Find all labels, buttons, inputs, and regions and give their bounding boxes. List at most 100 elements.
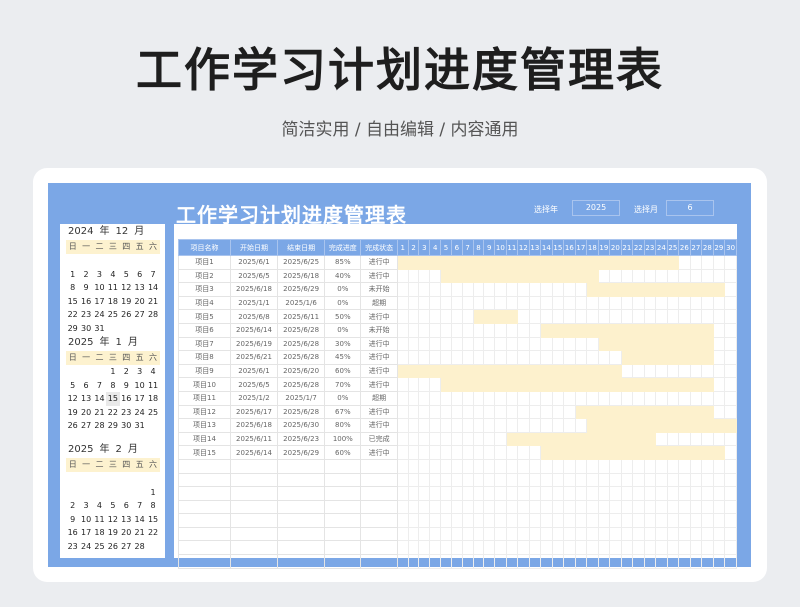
- calendar-day[interactable]: 4: [93, 499, 106, 513]
- start-date-cell[interactable]: 2025/1/2: [229, 390, 279, 406]
- project-name-cell[interactable]: 项目13: [178, 418, 231, 433]
- progress-cell[interactable]: 80%: [324, 418, 362, 433]
- empty-cell[interactable]: [277, 472, 326, 488]
- project-name-cell[interactable]: 项目6: [178, 322, 231, 338]
- calendar-day[interactable]: 26: [106, 540, 119, 554]
- calendar-day[interactable]: 1: [146, 486, 159, 500]
- calendar-day[interactable]: 11: [93, 513, 106, 527]
- empty-cell[interactable]: [324, 458, 362, 474]
- calendar-day[interactable]: 3: [79, 499, 92, 513]
- calendar-day[interactable]: 5: [120, 268, 133, 282]
- progress-cell[interactable]: 40%: [324, 268, 362, 284]
- calendar-day[interactable]: 16: [120, 392, 133, 406]
- end-date-cell[interactable]: 2025/6/28: [277, 336, 326, 352]
- progress-cell[interactable]: 70%: [324, 377, 362, 392]
- calendar-day[interactable]: 9: [66, 513, 79, 527]
- status-cell[interactable]: 进行中: [360, 255, 398, 270]
- empty-cell[interactable]: [360, 472, 398, 488]
- end-date-cell[interactable]: 2025/6/11: [277, 309, 326, 324]
- calendar-day[interactable]: 21: [93, 406, 106, 420]
- start-date-cell[interactable]: 2025/6/5: [229, 268, 279, 284]
- calendar-day[interactable]: 22: [146, 526, 159, 540]
- calendar-day[interactable]: 20: [79, 406, 92, 420]
- empty-cell[interactable]: [277, 540, 326, 556]
- end-date-cell[interactable]: 2025/6/28: [277, 404, 326, 420]
- progress-cell[interactable]: 0%: [324, 282, 362, 297]
- calendar-day[interactable]: 31: [93, 322, 106, 336]
- empty-cell[interactable]: [277, 499, 326, 515]
- status-cell[interactable]: 未开始: [360, 322, 398, 338]
- calendar-day[interactable]: 9: [120, 379, 133, 393]
- empty-cell[interactable]: [178, 554, 231, 569]
- status-cell[interactable]: 超期: [360, 390, 398, 406]
- calendar-day[interactable]: 10: [93, 281, 106, 295]
- calendar-day[interactable]: 14: [93, 392, 106, 406]
- status-cell[interactable]: 进行中: [360, 445, 398, 460]
- empty-cell[interactable]: [178, 486, 231, 501]
- start-date-cell[interactable]: 2025/6/19: [229, 336, 279, 352]
- project-name-cell[interactable]: 项目15: [178, 445, 231, 460]
- calendar-day[interactable]: 14: [146, 281, 159, 295]
- calendar-day[interactable]: 8: [146, 499, 159, 513]
- empty-cell[interactable]: [324, 526, 362, 542]
- end-date-cell[interactable]: 2025/6/18: [277, 268, 326, 284]
- calendar-day[interactable]: 18: [93, 526, 106, 540]
- calendar-day[interactable]: 11: [106, 281, 119, 295]
- calendar-day[interactable]: 7: [146, 268, 159, 282]
- calendar-day[interactable]: 4: [106, 268, 119, 282]
- progress-cell[interactable]: 0%: [324, 390, 362, 406]
- calendar-day[interactable]: 11: [146, 379, 159, 393]
- calendar-day[interactable]: 8: [66, 281, 79, 295]
- calendar-day[interactable]: 15: [146, 513, 159, 527]
- start-date-cell[interactable]: 2025/6/5: [229, 377, 279, 392]
- empty-cell[interactable]: [277, 513, 326, 528]
- empty-cell[interactable]: [229, 486, 279, 501]
- calendar-day[interactable]: 10: [79, 513, 92, 527]
- status-cell[interactable]: 进行中: [360, 350, 398, 365]
- calendar-day[interactable]: 15: [66, 295, 79, 309]
- status-cell[interactable]: 已完成: [360, 431, 398, 447]
- empty-cell[interactable]: [229, 513, 279, 528]
- start-date-cell[interactable]: 2025/6/21: [229, 350, 279, 365]
- calendar-day[interactable]: 13: [79, 392, 92, 406]
- empty-cell[interactable]: [229, 472, 279, 488]
- start-date-cell[interactable]: 2025/6/11: [229, 431, 279, 447]
- end-date-cell[interactable]: 2025/6/29: [277, 282, 326, 297]
- calendar-day[interactable]: 20: [133, 295, 146, 309]
- progress-cell[interactable]: 100%: [324, 431, 362, 447]
- empty-cell[interactable]: [178, 472, 231, 488]
- calendar-day[interactable]: 23: [79, 308, 92, 322]
- empty-cell[interactable]: [360, 526, 398, 542]
- project-name-cell[interactable]: 项目7: [178, 336, 231, 352]
- calendar-day[interactable]: 29: [106, 419, 119, 433]
- start-date-cell[interactable]: 2025/6/18: [229, 282, 279, 297]
- calendar-day[interactable]: 2: [120, 365, 133, 379]
- empty-cell[interactable]: [360, 486, 398, 501]
- start-date-cell[interactable]: 2025/6/14: [229, 445, 279, 460]
- calendar-day[interactable]: 26: [120, 308, 133, 322]
- end-date-cell[interactable]: 2025/6/23: [277, 431, 326, 447]
- calendar-day[interactable]: 23: [66, 540, 79, 554]
- empty-cell[interactable]: [324, 540, 362, 556]
- calendar-day[interactable]: 19: [106, 526, 119, 540]
- project-name-cell[interactable]: 项目5: [178, 309, 231, 324]
- empty-cell[interactable]: [324, 472, 362, 488]
- project-name-cell[interactable]: 项目3: [178, 282, 231, 297]
- progress-cell[interactable]: 67%: [324, 404, 362, 420]
- project-name-cell[interactable]: 项目12: [178, 404, 231, 420]
- end-date-cell[interactable]: 2025/6/28: [277, 322, 326, 338]
- end-date-cell[interactable]: 2025/6/25: [277, 255, 326, 270]
- calendar-day[interactable]: 22: [106, 406, 119, 420]
- project-name-cell[interactable]: 项目1: [178, 255, 231, 270]
- calendar-day[interactable]: 13: [120, 513, 133, 527]
- calendar-day[interactable]: 21: [133, 526, 146, 540]
- calendar-day[interactable]: 30: [120, 419, 133, 433]
- calendar-day[interactable]: 7: [133, 499, 146, 513]
- end-date-cell[interactable]: 2025/6/28: [277, 377, 326, 392]
- project-name-cell[interactable]: 项目8: [178, 350, 231, 365]
- empty-cell[interactable]: [178, 513, 231, 528]
- empty-cell[interactable]: [360, 554, 398, 569]
- calendar-day[interactable]: 17: [93, 295, 106, 309]
- status-cell[interactable]: 进行中: [360, 377, 398, 392]
- progress-cell[interactable]: 85%: [324, 255, 362, 270]
